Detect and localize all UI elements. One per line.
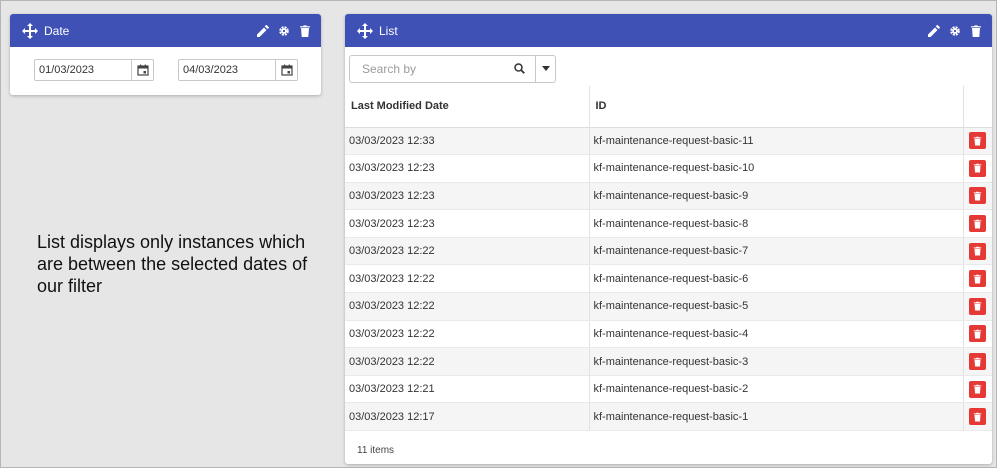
date-widget-title: Date (44, 23, 70, 38)
table-header-row: Last Modified Date ID (345, 86, 992, 128)
cell-actions (963, 320, 992, 349)
delete-button[interactable] (969, 215, 987, 233)
date-widget: Date 01/03/2023 04/03/2023 (10, 14, 321, 95)
calendar-icon[interactable] (132, 60, 153, 80)
delete-button[interactable] (969, 297, 987, 315)
delete-button[interactable] (969, 132, 987, 150)
trash-icon (974, 384, 982, 394)
cell-id: kf-maintenance-request-basic-1 (589, 402, 964, 432)
trash-icon (974, 191, 982, 201)
table-row[interactable]: 03/03/2023 12:33 kf-maintenance-request-b… (345, 127, 992, 156)
trash-icon (974, 164, 982, 173)
cell-actions (963, 347, 992, 376)
trash-icon (974, 412, 982, 422)
delete-button[interactable] (969, 270, 987, 288)
delete-button[interactable] (969, 380, 987, 398)
table-row[interactable]: 03/03/2023 12:22 kf-maintenance-request-b… (345, 347, 992, 376)
cell-id: kf-maintenance-request-basic-5 (589, 292, 964, 321)
start-date-field[interactable]: 01/03/2023 (34, 59, 154, 81)
table-row[interactable]: 03/03/2023 12:23 kf-maintenance-request-b… (345, 182, 992, 211)
trash-icon[interactable] (970, 24, 982, 37)
calendar-icon[interactable] (276, 60, 297, 80)
instances-table: Last Modified Date ID 03/03/2023 12:33 kf… (345, 86, 992, 432)
column-header-last-modified[interactable]: Last Modified Date (345, 86, 590, 128)
cell-actions (963, 402, 992, 432)
list-widget-title: List (379, 23, 398, 38)
cell-actions (963, 127, 992, 156)
table-row[interactable]: 03/03/2023 12:22 kf-maintenance-request-b… (345, 292, 992, 321)
search-input[interactable]: Search by (349, 54, 536, 83)
list-widget-header: List (345, 14, 992, 47)
cell-last-modified: 03/03/2023 12:22 (345, 264, 590, 294)
cell-last-modified: 03/03/2023 12:23 (345, 182, 590, 211)
delete-button[interactable] (969, 242, 987, 260)
trash-icon (974, 329, 982, 339)
search-placeholder: Search by (362, 61, 417, 76)
end-date-field[interactable]: 04/03/2023 (178, 59, 298, 81)
annotation-caption: List displays only instances which are b… (37, 232, 308, 296)
cell-last-modified: 03/03/2023 12:22 (345, 320, 590, 349)
cell-id: kf-maintenance-request-basic-3 (589, 347, 964, 376)
cell-last-modified: 03/03/2023 12:33 (345, 127, 590, 156)
delete-button[interactable] (969, 353, 987, 371)
cell-last-modified: 03/03/2023 12:23 (345, 154, 590, 183)
cell-id: kf-maintenance-request-basic-11 (589, 127, 964, 156)
column-header-id[interactable]: ID (589, 86, 964, 128)
cell-id: kf-maintenance-request-basic-8 (589, 209, 964, 238)
trash-icon (974, 302, 982, 311)
item-count: 11 items (357, 445, 395, 457)
edit-icon[interactable] (257, 24, 269, 37)
search-options-dropdown[interactable] (536, 54, 556, 83)
cell-actions (963, 209, 992, 238)
start-date-input[interactable]: 01/03/2023 (35, 60, 132, 80)
delete-button[interactable] (969, 159, 987, 177)
table-row[interactable]: 03/03/2023 12:23 kf-maintenance-request-b… (345, 209, 992, 238)
cell-actions (963, 292, 992, 321)
list-widget: List Search by Last Modified Date ID 03/… (345, 14, 992, 464)
cell-id: kf-maintenance-request-basic-10 (589, 154, 964, 183)
cell-last-modified: 03/03/2023 12:22 (345, 237, 590, 266)
move-icon[interactable] (357, 22, 373, 39)
edit-icon[interactable] (928, 24, 940, 37)
date-widget-header: Date (10, 14, 321, 47)
cell-last-modified: 03/03/2023 12:22 (345, 347, 590, 376)
trash-icon (974, 246, 982, 256)
cell-last-modified: 03/03/2023 12:22 (345, 292, 590, 321)
cell-id: kf-maintenance-request-basic-4 (589, 320, 964, 349)
cell-last-modified: 03/03/2023 12:21 (345, 375, 590, 404)
move-icon[interactable] (22, 22, 38, 39)
settings-icon[interactable] (278, 25, 290, 37)
trash-icon (974, 357, 982, 367)
table-row[interactable]: 03/03/2023 12:23 kf-maintenance-request-b… (345, 154, 992, 183)
table-row[interactable]: 03/03/2023 12:17 kf-maintenance-request-b… (345, 402, 992, 432)
trash-icon (974, 274, 982, 284)
cell-actions (963, 264, 992, 294)
trash-icon (974, 219, 982, 229)
cell-id: kf-maintenance-request-basic-2 (589, 375, 964, 404)
cell-last-modified: 03/03/2023 12:23 (345, 209, 590, 238)
end-date-input[interactable]: 04/03/2023 (179, 60, 276, 80)
table-row[interactable]: 03/03/2023 12:22 kf-maintenance-request-b… (345, 264, 992, 294)
table-row[interactable]: 03/03/2023 12:21 kf-maintenance-request-b… (345, 375, 992, 404)
cell-id: kf-maintenance-request-basic-7 (589, 237, 964, 266)
cell-id: kf-maintenance-request-basic-9 (589, 182, 964, 211)
trash-icon[interactable] (299, 24, 311, 37)
settings-icon[interactable] (949, 25, 961, 37)
delete-button[interactable] (969, 187, 987, 205)
table-row[interactable]: 03/03/2023 12:22 kf-maintenance-request-b… (345, 237, 992, 266)
column-header-actions (963, 86, 992, 128)
search-icon[interactable] (514, 63, 525, 74)
cell-actions (963, 237, 992, 266)
cell-last-modified: 03/03/2023 12:17 (345, 402, 590, 432)
trash-icon (974, 136, 982, 146)
cell-id: kf-maintenance-request-basic-6 (589, 264, 964, 294)
cell-actions (963, 182, 992, 211)
delete-button[interactable] (969, 325, 987, 343)
cell-actions (963, 154, 992, 183)
cell-actions (963, 375, 992, 404)
delete-button[interactable] (969, 408, 987, 426)
caret-down-icon (541, 66, 550, 71)
table-row[interactable]: 03/03/2023 12:22 kf-maintenance-request-b… (345, 320, 992, 349)
